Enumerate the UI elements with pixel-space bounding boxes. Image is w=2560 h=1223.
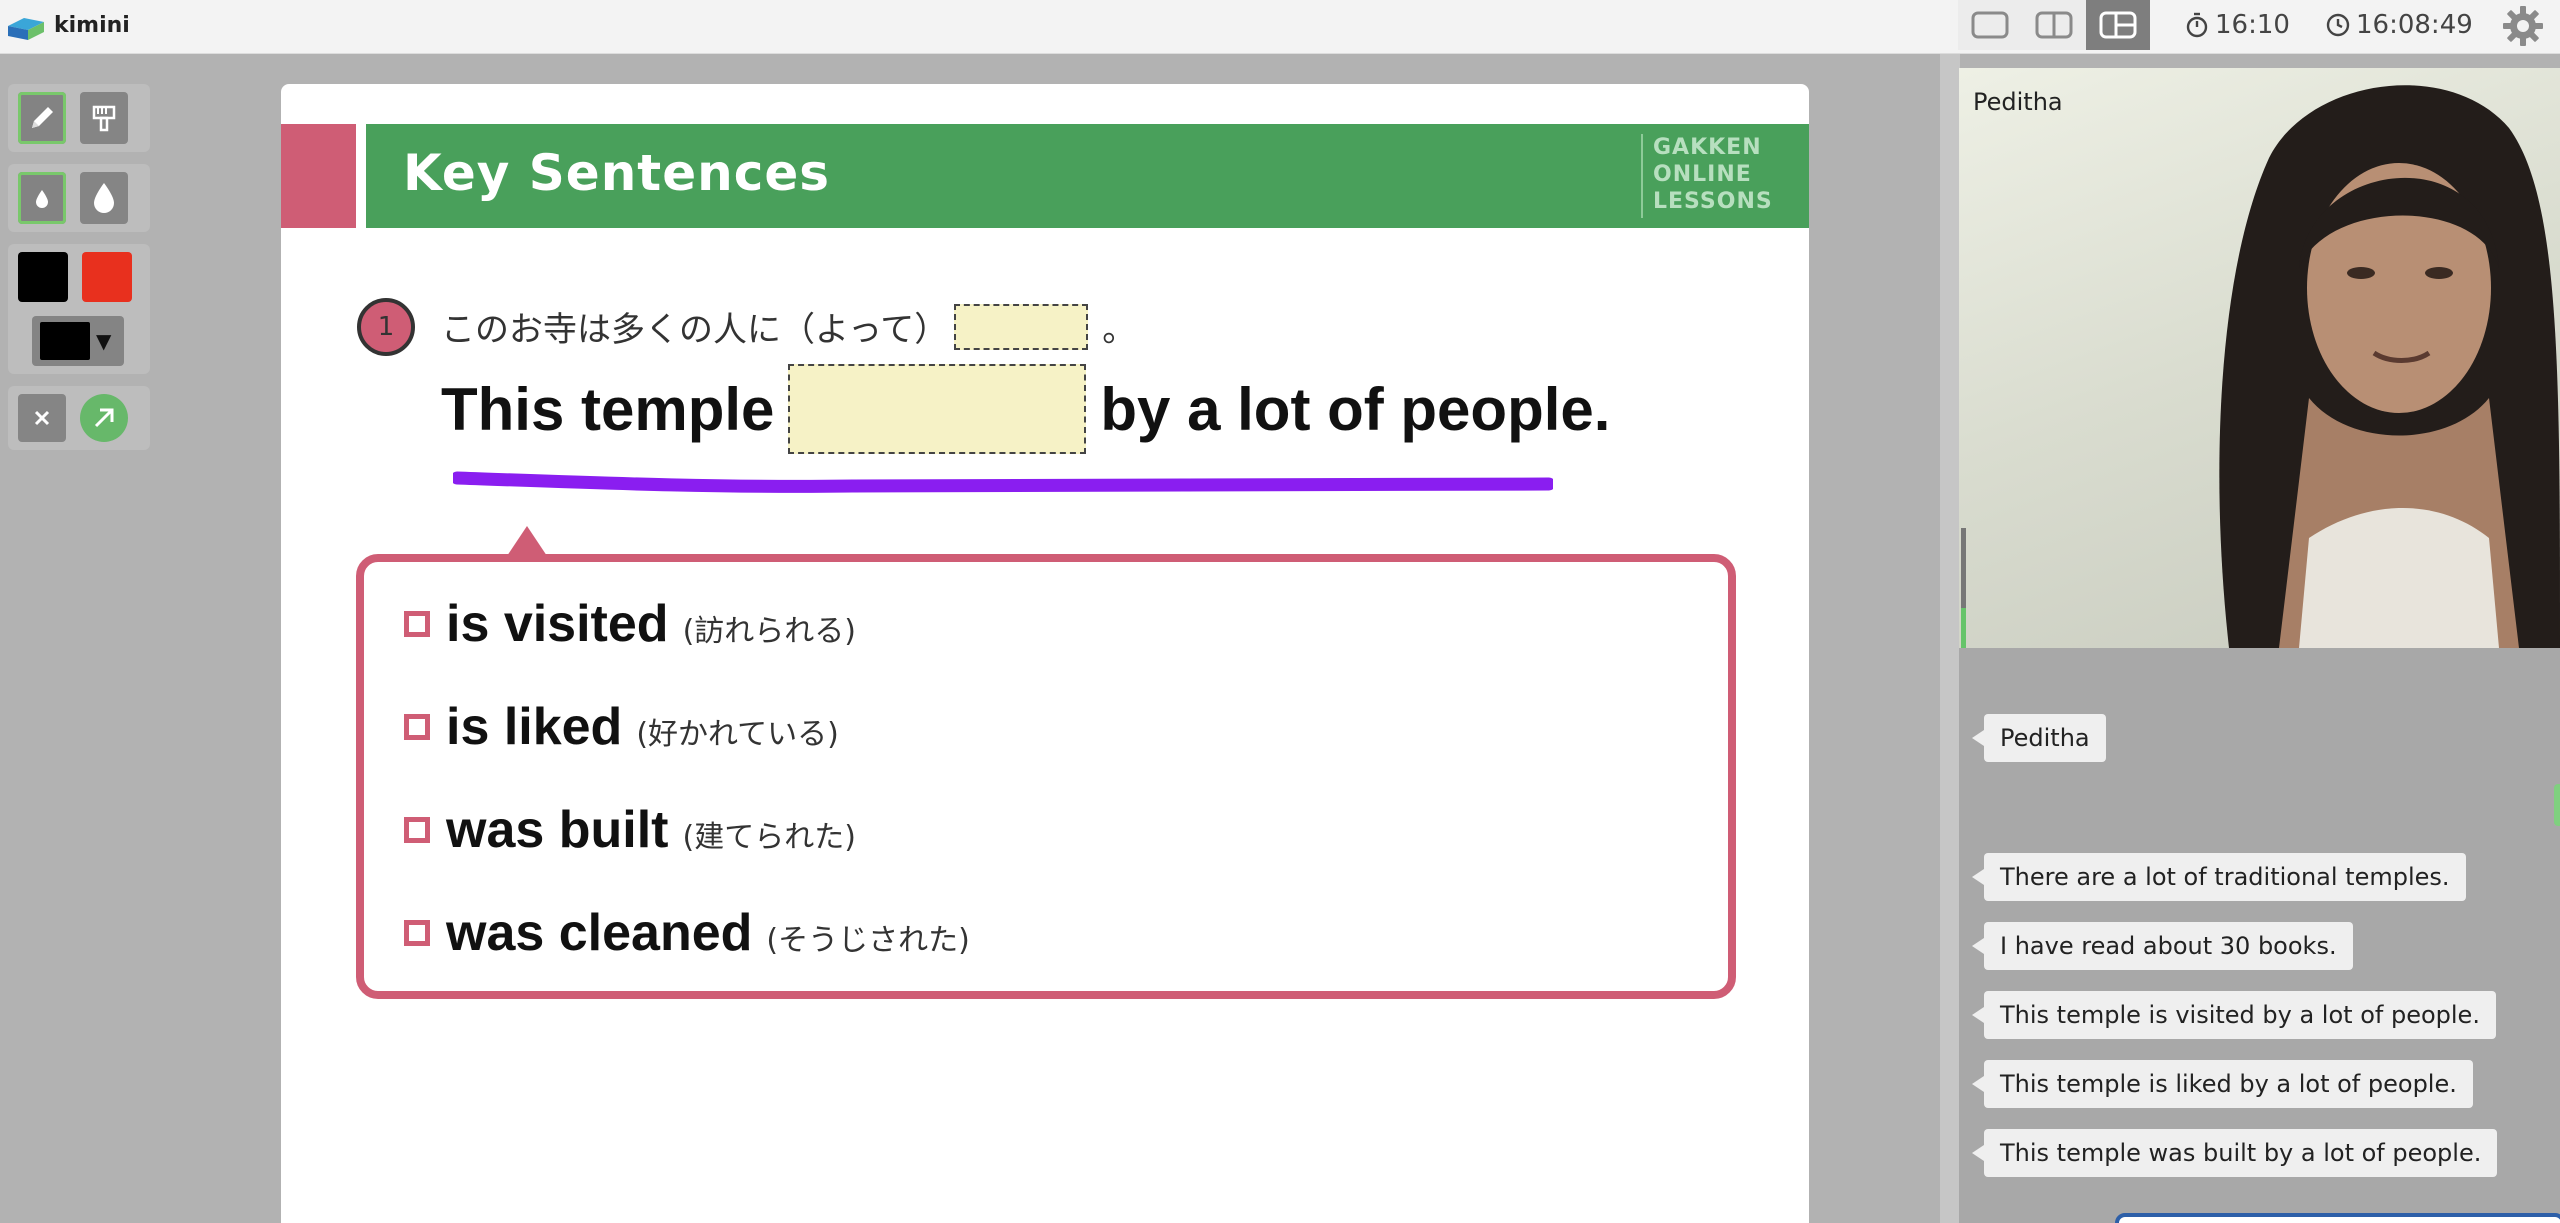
timer-value: 16:10 — [2215, 10, 2290, 40]
slide-banner: Key Sentences GAKKEN ONLINE LESSONS — [366, 124, 1809, 228]
sentence-start: This temple — [441, 375, 775, 443]
layout-split-button[interactable] — [2022, 0, 2086, 50]
brand-line: GAKKEN — [1653, 135, 1762, 160]
drawing-toolbar: ▼ — [8, 84, 150, 462]
chat-message: This temple is liked by a lot of people. — [1972, 1060, 2473, 1108]
pencil-icon — [32, 107, 53, 128]
option-japanese: (好かれている) — [636, 717, 839, 752]
black-color-swatch[interactable] — [18, 252, 68, 302]
top-bar: kimini 16:10 16:08:49 — [0, 0, 2560, 54]
video-participant-name: Peditha — [1973, 88, 2063, 116]
lesson-slide[interactable]: Key Sentences GAKKEN ONLINE LESSONS 1 この… — [281, 84, 1809, 1223]
thin-size-button[interactable] — [18, 172, 66, 224]
option-english: is liked — [446, 698, 623, 756]
large-drop-icon — [94, 183, 114, 213]
pen-annotation-stroke — [453, 471, 1553, 493]
mic-level-fill — [1961, 608, 1966, 648]
brand-line: LESSONS — [1653, 189, 1773, 214]
dropdown-arrow-icon: ▼ — [96, 329, 112, 353]
chat-message: I have read about 30 books. — [1972, 922, 2353, 970]
option-japanese: (そうじされた) — [766, 923, 970, 958]
tool-color-group: ▼ — [8, 244, 150, 374]
layout-main-side-icon — [2099, 11, 2137, 39]
answer-options-box: is visited (訪れられる) is liked (好かれている) was… — [356, 554, 1736, 999]
option-item: is liked (好かれている) — [404, 697, 839, 757]
slide-title: Key Sentences — [403, 144, 831, 202]
japanese-prompt: このお寺は多くの人に（よって） 。 — [441, 302, 1136, 351]
checkbox-icon — [404, 817, 430, 843]
clock-icon — [2326, 13, 2350, 37]
chat-input[interactable] — [2115, 1213, 2560, 1223]
app-name: kimini — [54, 13, 130, 38]
option-english: was cleaned — [446, 904, 753, 962]
option-japanese: (建てられた) — [682, 820, 856, 855]
checkbox-icon — [404, 611, 430, 637]
layout-switcher — [1958, 0, 2150, 50]
option-item: was cleaned (そうじされた) — [404, 903, 970, 963]
layout-split-icon — [2035, 11, 2073, 39]
mic-level-meter — [1961, 528, 1966, 648]
tutor-video-feed — [2219, 85, 2560, 648]
lesson-timer: 16:10 — [2185, 10, 2290, 40]
jp-answer-blank — [954, 303, 1089, 350]
jp-prompt-text: このお寺は多くの人に（よって） — [441, 310, 949, 350]
gear-icon — [2503, 6, 2543, 46]
banner-accent — [281, 124, 356, 228]
chat-panel: Peditha There are a lot of traditional t… — [1959, 648, 2560, 1223]
current-time: 16:08:49 — [2326, 10, 2473, 40]
answer-blank — [788, 364, 1087, 454]
chat-message: This temple is visited by a lot of peopl… — [1972, 991, 2496, 1039]
question-number-badge: 1 — [357, 298, 415, 356]
marker-icon — [92, 105, 116, 132]
layout-single-icon — [1971, 11, 2009, 39]
color-dropdown[interactable]: ▼ — [32, 316, 124, 366]
pen-tool-button[interactable] — [18, 92, 66, 144]
tool-action-group — [8, 386, 150, 450]
close-icon — [34, 410, 50, 426]
callout-pointer — [507, 526, 547, 556]
stopwatch-icon — [2186, 12, 2208, 38]
panel-divider[interactable] — [1940, 54, 1960, 1223]
gakken-logo: GAKKEN ONLINE LESSONS — [1641, 134, 1791, 218]
clock-value: 16:08:49 — [2356, 10, 2473, 40]
chat-message: Peditha — [1972, 714, 2106, 762]
kimini-logo-icon — [8, 18, 44, 40]
thick-size-button[interactable] — [80, 172, 128, 224]
english-sentence: This temple by a lot of people. — [441, 364, 1610, 454]
small-drop-icon — [36, 190, 48, 208]
chat-message: This temple was built by a lot of people… — [1971, 1129, 2498, 1177]
option-item: is visited (訪れられる) — [404, 594, 856, 654]
checkbox-icon — [404, 714, 430, 740]
marker-tool-button[interactable] — [80, 92, 128, 144]
tool-size-group — [8, 164, 150, 232]
arrow-up-right-icon — [94, 408, 114, 428]
sentence-end: by a lot of people. — [1100, 375, 1611, 443]
settings-button[interactable] — [2498, 2, 2548, 50]
option-item: was built (建てられた) — [404, 800, 856, 860]
layout-single-button[interactable] — [1958, 0, 2022, 50]
brand-line: ONLINE — [1653, 162, 1752, 187]
chat-scroll-handle[interactable] — [2554, 784, 2560, 826]
option-japanese: (訪れられる) — [682, 614, 856, 649]
tool-mode-group — [8, 84, 150, 152]
pointer-button[interactable] — [80, 394, 128, 442]
chat-message: There are a lot of traditional temples. — [1972, 853, 2466, 901]
red-color-swatch[interactable] — [82, 252, 132, 302]
option-english: was built — [446, 801, 669, 859]
layout-main-side-button[interactable] — [2086, 0, 2150, 50]
jp-prompt-end: 。 — [1102, 310, 1137, 350]
selected-color-preview — [40, 322, 90, 360]
clear-button[interactable] — [18, 394, 66, 442]
checkbox-icon — [404, 920, 430, 946]
option-english: is visited — [446, 595, 669, 653]
tutor-video: Peditha — [1959, 68, 2560, 648]
